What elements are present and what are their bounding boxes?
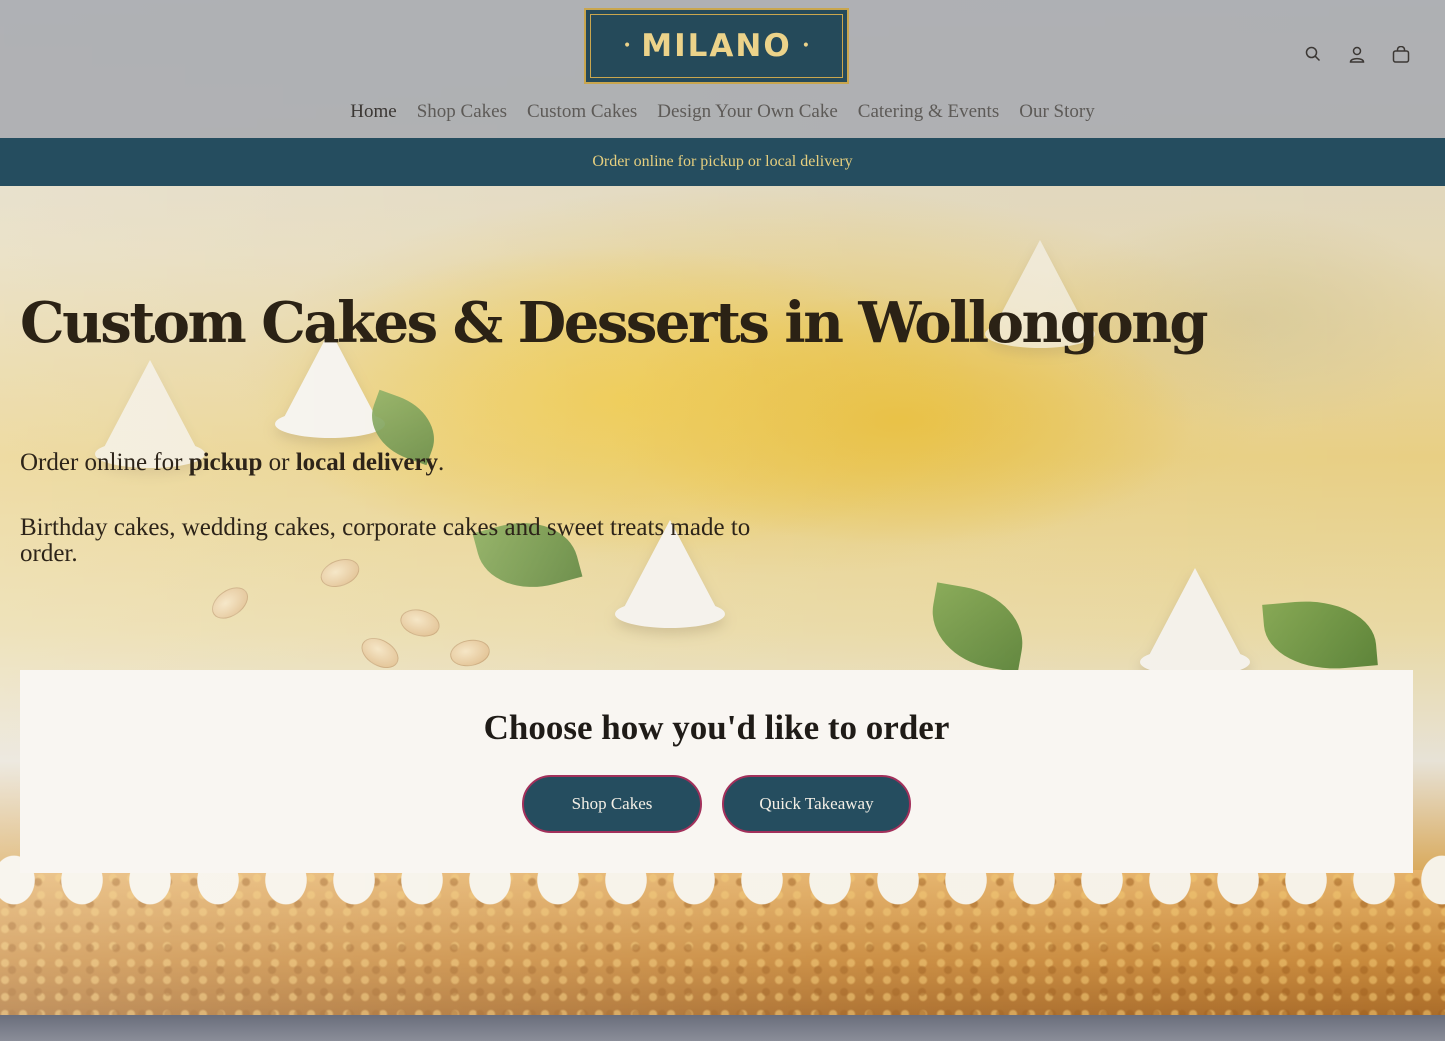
nav-item-our-story[interactable]: Our Story xyxy=(1019,101,1094,123)
hero-order-text: Order online for pickup or local deliver… xyxy=(20,449,444,477)
order-card-title: Choose how you'd like to order xyxy=(483,708,950,747)
hero-description: Birthday cakes, wedding cakes, corporate… xyxy=(20,514,751,567)
logo-dot-right: • xyxy=(801,38,810,54)
hero-order-or: or xyxy=(262,449,296,476)
nav-item-custom-cakes[interactable]: Custom Cakes xyxy=(527,101,637,123)
quick-takeaway-button[interactable]: Quick Takeaway xyxy=(722,775,911,833)
nav-item-shop-cakes[interactable]: Shop Cakes xyxy=(417,101,507,123)
order-buttons: Shop Cakes Quick Takeaway xyxy=(20,775,1413,833)
order-options-card: Choose how you'd like to order Shop Cake… xyxy=(20,670,1413,873)
logo-dot-left: • xyxy=(623,38,632,54)
hero-order-prefix: Order online for xyxy=(20,449,189,476)
announcement-bar: Order online for pickup or local deliver… xyxy=(0,138,1445,186)
header-icons xyxy=(1303,42,1411,66)
announcement-text: Order online for pickup or local deliver… xyxy=(592,153,853,170)
nav-item-design-your-own-cake[interactable]: Design Your Own Cake xyxy=(657,101,838,123)
nav-item-catering-events[interactable]: Catering & Events xyxy=(858,101,999,123)
cart-icon[interactable] xyxy=(1391,42,1411,66)
search-icon[interactable] xyxy=(1303,42,1323,66)
next-section-edge xyxy=(0,1015,1445,1041)
nav-item-home[interactable]: Home xyxy=(350,101,396,123)
logo-text: MILANO xyxy=(641,28,792,64)
hero-order-delivery: local delivery xyxy=(295,449,439,476)
hero-order-suffix: . xyxy=(438,449,445,476)
hero-title: Custom Cakes & Desserts in Wollongong xyxy=(20,290,1209,356)
account-icon[interactable] xyxy=(1347,42,1367,66)
site-header: • MILANO • Home Shop Cakes Custom Cakes … xyxy=(0,0,1445,138)
shop-cakes-button[interactable]: Shop Cakes xyxy=(522,775,702,833)
hero-order-pickup: pickup xyxy=(188,449,263,476)
main-navigation: Home Shop Cakes Custom Cakes Design Your… xyxy=(0,101,1445,123)
milano-logo[interactable]: • MILANO • xyxy=(584,8,849,84)
